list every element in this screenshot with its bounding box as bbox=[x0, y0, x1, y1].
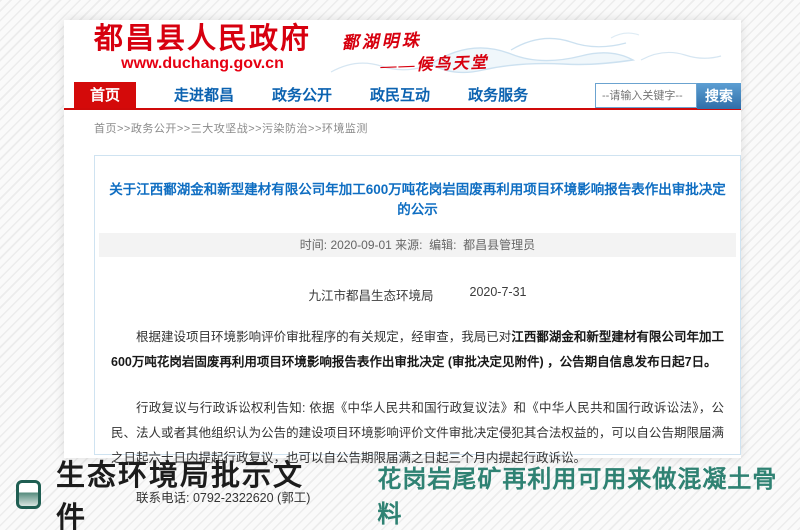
article-meta: 时间: 2020-09-01 来源: 编辑: 都昌县管理员 bbox=[99, 233, 736, 257]
site-header: 都昌县人民政府 www.duchang.gov.cn 鄱湖明珠 ——候鸟天堂 bbox=[64, 20, 741, 82]
paragraph-1-normal-text: 根据建设项目环境影响评价审批程序的有关规定，经审查，我局已对 bbox=[136, 330, 511, 344]
article-paragraph-1: 根据建设项目环境影响评价审批程序的有关规定，经审查，我局已对江西鄱湖金和新型建材… bbox=[95, 325, 740, 375]
site-url: www.duchang.gov.cn bbox=[94, 55, 311, 73]
caption-heading: 生态环境局批示文件 bbox=[56, 452, 333, 530]
slogan-line2: ——候鸟天堂 bbox=[380, 48, 489, 76]
search-bar: 搜索 bbox=[595, 83, 741, 109]
search-button[interactable]: 搜索 bbox=[697, 83, 741, 109]
nav-item-gov-disclosure[interactable]: 政务公开 bbox=[272, 82, 332, 108]
site-name: 都昌县人民政府 bbox=[94, 24, 311, 55]
website-screenshot-card: 都昌县人民政府 www.duchang.gov.cn 鄱湖明珠 ——候鸟天堂 首… bbox=[64, 20, 741, 458]
page-background: 都昌县人民政府 www.duchang.gov.cn 鄱湖明珠 ——候鸟天堂 首… bbox=[0, 0, 800, 530]
search-input[interactable] bbox=[595, 83, 697, 108]
byline-date: 2020-7-31 bbox=[470, 285, 527, 304]
nav-item-gov-services[interactable]: 政务服务 bbox=[468, 82, 528, 108]
byline-organization: 九江市都昌生态环境局 bbox=[308, 285, 433, 304]
site-slogan: 鄱湖明珠 ——候鸟天堂 bbox=[341, 23, 489, 77]
caption-subtext: 花岗岩尾矿再利用可用来做混凝土骨料 bbox=[377, 459, 800, 529]
article-title: 关于江西鄱湖金和新型建材有限公司年加工600万吨花岗岩固废再利用项目环境影响报告… bbox=[95, 178, 740, 218]
breadcrumb[interactable]: 首页>>政务公开>>三大攻坚战>>污染防治>>环境监测 bbox=[64, 110, 741, 136]
site-logo[interactable]: 都昌县人民政府 www.duchang.gov.cn bbox=[94, 24, 311, 73]
article-panel: 关于江西鄱湖金和新型建材有限公司年加工600万吨花岗岩固废再利用项目环境影响报告… bbox=[94, 155, 741, 455]
caption-band: 生态环境局批示文件 花岗岩尾矿再利用可用来做混凝土骨料 bbox=[0, 458, 800, 530]
nav-item-about-duchang[interactable]: 走进都昌 bbox=[174, 82, 234, 108]
main-navigation: 首页 走进都昌 政务公开 政民互动 政务服务 搜索 bbox=[64, 82, 741, 110]
nav-item-home[interactable]: 首页 bbox=[74, 82, 136, 108]
nav-item-public-interaction[interactable]: 政民互动 bbox=[370, 82, 430, 108]
article-byline: 九江市都昌生态环境局 2020-7-31 bbox=[95, 285, 740, 304]
document-icon bbox=[16, 480, 41, 509]
